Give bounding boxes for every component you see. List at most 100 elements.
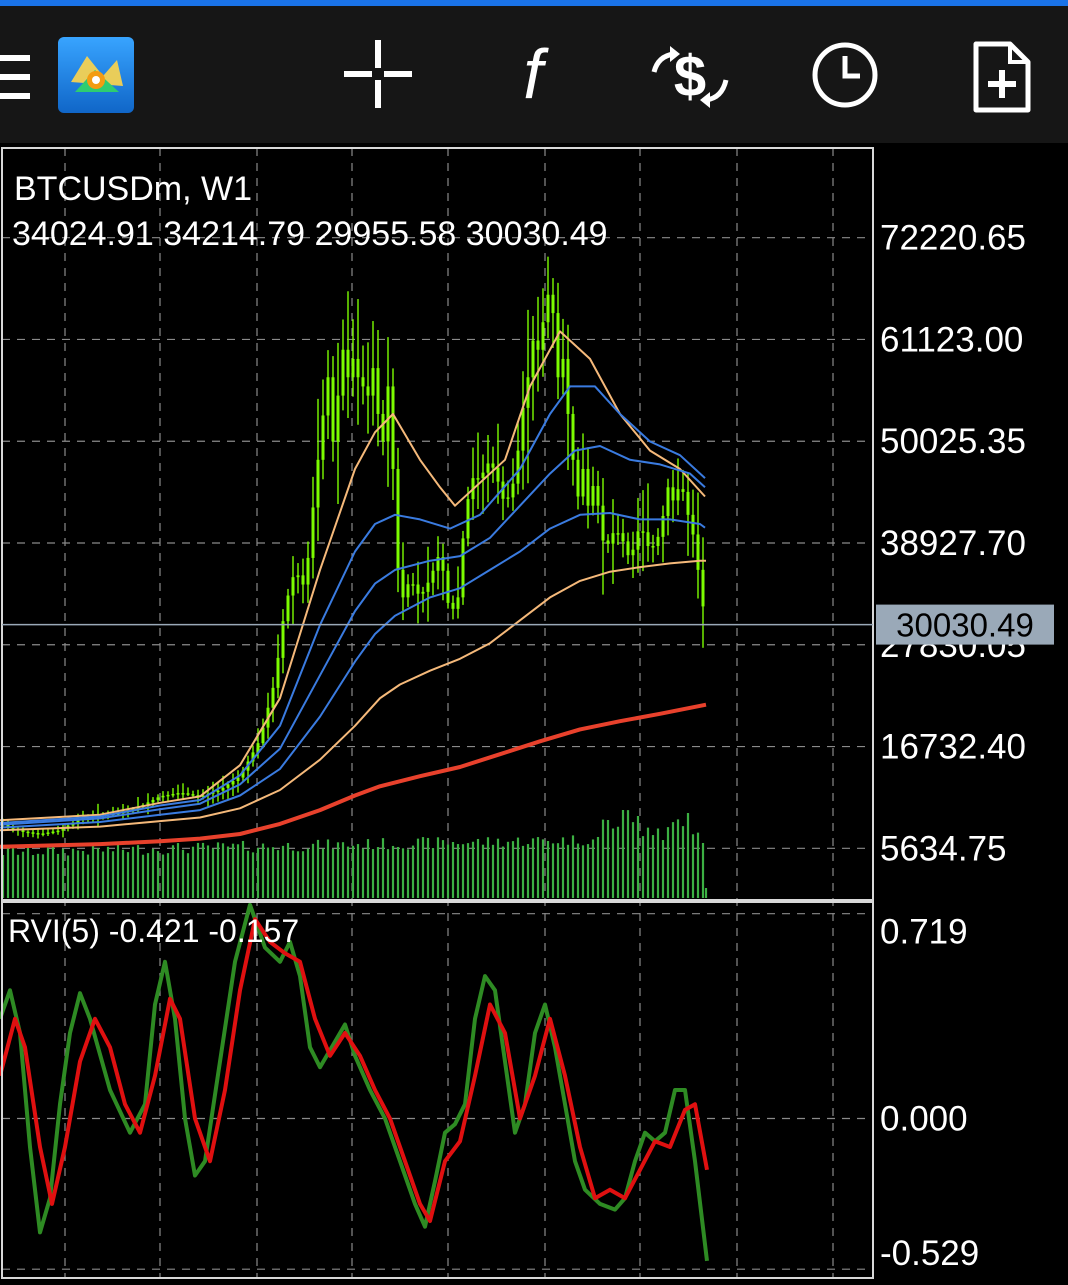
candle-body	[496, 467, 500, 482]
candle-body	[161, 795, 165, 798]
svg-text:f: f	[523, 42, 549, 112]
candle-body	[316, 459, 320, 508]
candle-body	[166, 794, 170, 797]
hamburger-icon	[0, 55, 30, 99]
candle-body	[381, 413, 385, 442]
candle-body	[311, 507, 315, 558]
menu-button[interactable]	[0, 55, 34, 101]
candle-body	[151, 799, 155, 803]
candle-body	[41, 833, 45, 835]
moving-average-line-5	[0, 559, 706, 832]
candle-body	[696, 534, 700, 570]
app-logo-button[interactable]	[57, 36, 135, 114]
y-tick-label: 5634.75	[880, 829, 1007, 868]
candle-body	[531, 340, 535, 378]
candle-body	[186, 793, 190, 795]
y-tick-label: 16732.40	[880, 728, 1026, 767]
new-order-button[interactable]	[972, 40, 1032, 114]
candle-body	[691, 514, 695, 535]
clock-icon	[812, 42, 878, 108]
candle-body	[461, 538, 465, 598]
price-chart[interactable]: 72220.6561123.0050025.3538927.7027830.05…	[0, 146, 1068, 1280]
candle-body	[341, 349, 345, 396]
candle-body	[521, 407, 525, 451]
dollar-exchange-icon: $	[651, 44, 729, 109]
candle-body	[596, 486, 600, 506]
candle-body	[286, 595, 290, 622]
candle-body	[421, 591, 425, 594]
candle-body	[351, 358, 355, 378]
candle-body	[56, 830, 60, 833]
candle-body	[506, 497, 510, 499]
candle-body	[346, 349, 350, 378]
candle-body	[481, 472, 485, 479]
candle-body	[446, 570, 450, 603]
candle-body	[356, 358, 360, 378]
candle-body	[626, 541, 630, 556]
crosshair-button[interactable]	[344, 40, 412, 108]
candle-body	[456, 597, 460, 609]
candle-body	[586, 468, 590, 506]
candle-body	[636, 531, 640, 550]
candle-body	[321, 415, 325, 460]
indicators-button[interactable]: f	[508, 42, 558, 112]
candle-body	[576, 459, 580, 497]
metatrader-logo-icon	[58, 37, 134, 113]
toolbar: f $	[0, 6, 1068, 143]
rvi-tick-label: 0.000	[880, 1099, 968, 1138]
candle-body	[551, 294, 555, 314]
candle-body	[176, 793, 180, 795]
document-plus-icon	[973, 41, 1031, 113]
candle-body	[621, 533, 625, 542]
crosshair-icon	[344, 40, 412, 108]
candle-body	[301, 575, 305, 585]
y-tick-label: 61123.00	[880, 320, 1023, 359]
candle-body	[616, 533, 620, 535]
candle-body	[51, 831, 55, 834]
candle-body	[656, 536, 660, 547]
trade-button[interactable]: $	[648, 44, 732, 110]
candle-body	[226, 784, 230, 788]
candle-body	[541, 322, 545, 350]
rvi-tick-label: 0.719	[880, 913, 968, 952]
candle-body	[296, 575, 300, 578]
candle-body	[156, 797, 160, 800]
candle-body	[46, 832, 50, 835]
candle-body	[681, 489, 685, 492]
candle-body	[641, 531, 645, 533]
candle-body	[171, 793, 175, 796]
candle-body	[336, 395, 340, 442]
function-icon: f	[523, 42, 549, 112]
timeframe-button[interactable]	[810, 40, 880, 110]
ohlc-values: 34024.91 34214.79 29955.58 30030.49	[12, 215, 608, 253]
candle-body	[666, 487, 670, 516]
candle-body	[426, 582, 430, 592]
candle-body	[366, 386, 370, 396]
rvi-title: RVI(5) -0.421 -0.157	[8, 913, 299, 949]
candle-body	[216, 790, 220, 793]
chart-area[interactable]: 72220.65 61123.00 50025.35 38927.70 27830.05…	[0, 146, 1068, 1280]
candle-body	[511, 483, 515, 498]
candle-body	[221, 787, 225, 791]
candle-body	[371, 368, 375, 396]
candle-body	[606, 540, 610, 544]
rvi-pane-border	[1, 901, 874, 1279]
candle-body	[536, 340, 540, 350]
candle-body	[516, 450, 520, 484]
candle-body	[581, 468, 585, 497]
candle-body	[651, 546, 655, 548]
candle-body	[276, 657, 280, 688]
candle-body	[686, 491, 690, 515]
candle-body	[231, 781, 235, 785]
candle-body	[611, 533, 615, 544]
candle-body	[431, 570, 435, 583]
candle-body	[326, 377, 330, 416]
candle-body	[451, 602, 455, 609]
candle-body	[386, 386, 390, 442]
candle-body	[376, 368, 380, 414]
candle-body	[701, 569, 705, 607]
y-tick-label: 50025.35	[880, 422, 1026, 461]
candle-body	[546, 294, 550, 323]
candle-body	[31, 832, 35, 834]
candle-body	[331, 377, 335, 442]
